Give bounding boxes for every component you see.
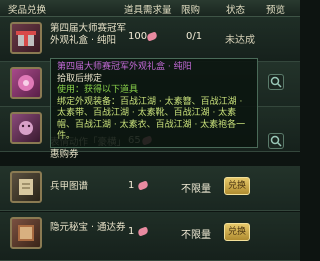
gift-box-icon — [10, 67, 42, 99]
item-name: 第四届大师赛冠军外观礼盒 · 纯阳 — [50, 23, 127, 46]
tooltip-title: 第四届大师赛冠军外观礼盒 · 纯阳 — [57, 62, 192, 72]
table-row[interactable]: 第四届大师赛冠军外观礼盒 · 纯阳 100 0/1 未达成 — [0, 17, 300, 62]
header-limit: 限购 — [181, 5, 201, 16]
status-text: 未达成 — [225, 35, 255, 46]
limit-value: 不限量 — [181, 184, 211, 195]
header-preview: 预览 — [266, 5, 286, 16]
exchange-button[interactable]: 兑换 — [224, 177, 250, 195]
table-header: 奖品兑换 道具需求量 限购 状态 预览 — [0, 0, 300, 17]
table-row[interactable]: 兵甲图谱 1 不限量 兑换 — [0, 166, 300, 211]
cost-value: 1 — [128, 180, 135, 191]
coupon-icon — [137, 180, 149, 191]
item-tooltip: 第四届大师赛冠军外观礼盒 · 纯阳 拾取后绑定 使用：获得以下道具 绑定外观装备… — [50, 58, 258, 148]
tooltip-use: 使用：获得以下道具 — [57, 85, 139, 95]
exchange-button[interactable]: 兑换 — [224, 223, 250, 241]
tooltip-description: 绑定外观装备：百战江湖 · 太素簪、百战江湖 · 太素带、百战江湖 · 太素靴、… — [57, 96, 246, 142]
coupon-icon — [137, 226, 149, 237]
search-icon[interactable] — [268, 74, 284, 90]
coupon-icon — [146, 31, 158, 42]
book-icon — [10, 217, 42, 249]
item-name: 兵甲图谱 — [50, 181, 89, 192]
gift-box-icon — [10, 22, 42, 54]
limit-value: 不限量 — [181, 230, 211, 241]
scroll-icon — [10, 171, 42, 203]
cost-value: 1 — [128, 226, 135, 237]
search-icon[interactable] — [268, 133, 284, 149]
cost-value: 100 — [128, 31, 148, 42]
emote-coupon-icon — [10, 112, 42, 144]
table-row[interactable]: 隐元秘宝 · 通达券 1 不限量 兑换 — [0, 212, 300, 261]
header-item: 奖品兑换 — [8, 5, 47, 16]
header-status: 状态 — [226, 5, 246, 16]
tooltip-bind: 拾取后绑定 — [57, 73, 103, 84]
item-name: 隐元秘宝 · 通达券 — [50, 222, 126, 233]
limit-value: 0/1 — [186, 31, 203, 42]
header-cost: 道具需求量 — [124, 5, 172, 16]
